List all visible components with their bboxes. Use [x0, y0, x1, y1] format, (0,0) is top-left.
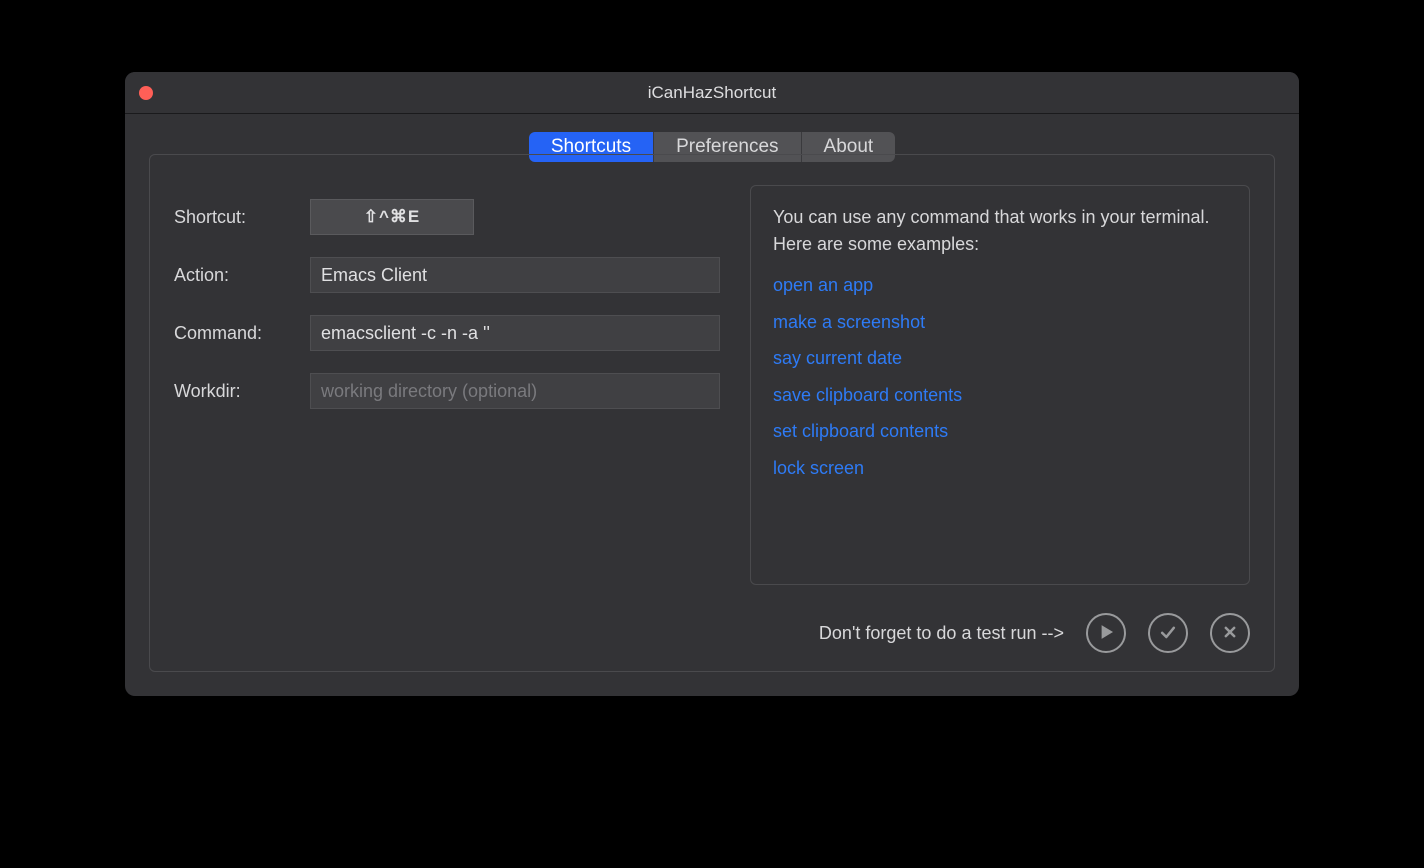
shortcut-row: Shortcut: ⇧^⌘E: [174, 199, 720, 235]
check-icon: [1158, 622, 1178, 645]
action-input[interactable]: [310, 257, 720, 293]
example-link-say-date[interactable]: say current date: [773, 343, 1227, 374]
action-row: Action:: [174, 257, 720, 293]
cancel-button[interactable]: [1210, 613, 1250, 653]
example-list: open an app make a screenshot say curren…: [773, 270, 1227, 484]
close-window-button[interactable]: [139, 86, 153, 100]
example-link-set-clipboard[interactable]: set clipboard contents: [773, 416, 1227, 447]
shortcut-input[interactable]: ⇧^⌘E: [310, 199, 474, 235]
footer-row: Don't forget to do a test run -->: [174, 613, 1250, 653]
form-column: Shortcut: ⇧^⌘E Action: Command: Workdir:: [174, 185, 720, 585]
window-title: iCanHazShortcut: [125, 83, 1299, 103]
workdir-row: Workdir:: [174, 373, 720, 409]
main-row: Shortcut: ⇧^⌘E Action: Command: Workdir:: [174, 185, 1250, 585]
confirm-button[interactable]: [1148, 613, 1188, 653]
command-row: Command:: [174, 315, 720, 351]
example-link-save-clipboard[interactable]: save clipboard contents: [773, 380, 1227, 411]
footer-hint: Don't forget to do a test run -->: [819, 623, 1064, 644]
play-icon: [1096, 622, 1116, 645]
titlebar: iCanHazShortcut: [125, 72, 1299, 114]
test-run-button[interactable]: [1086, 613, 1126, 653]
example-link-screenshot[interactable]: make a screenshot: [773, 307, 1227, 338]
info-intro: You can use any command that works in yo…: [773, 204, 1227, 258]
example-link-open-app[interactable]: open an app: [773, 270, 1227, 301]
traffic-lights: [139, 86, 153, 100]
action-label: Action:: [174, 265, 298, 286]
workdir-label: Workdir:: [174, 381, 298, 402]
workdir-input[interactable]: [310, 373, 720, 409]
app-window: iCanHazShortcut Shortcuts Preferences Ab…: [125, 72, 1299, 696]
close-icon: [1220, 622, 1240, 645]
shortcut-label: Shortcut:: [174, 207, 298, 228]
info-panel: You can use any command that works in yo…: [750, 185, 1250, 585]
example-link-lock-screen[interactable]: lock screen: [773, 453, 1227, 484]
content-area: Shortcut: ⇧^⌘E Action: Command: Workdir:: [125, 162, 1299, 696]
content-frame: Shortcut: ⇧^⌘E Action: Command: Workdir:: [149, 154, 1275, 672]
command-input[interactable]: [310, 315, 720, 351]
command-label: Command:: [174, 323, 298, 344]
